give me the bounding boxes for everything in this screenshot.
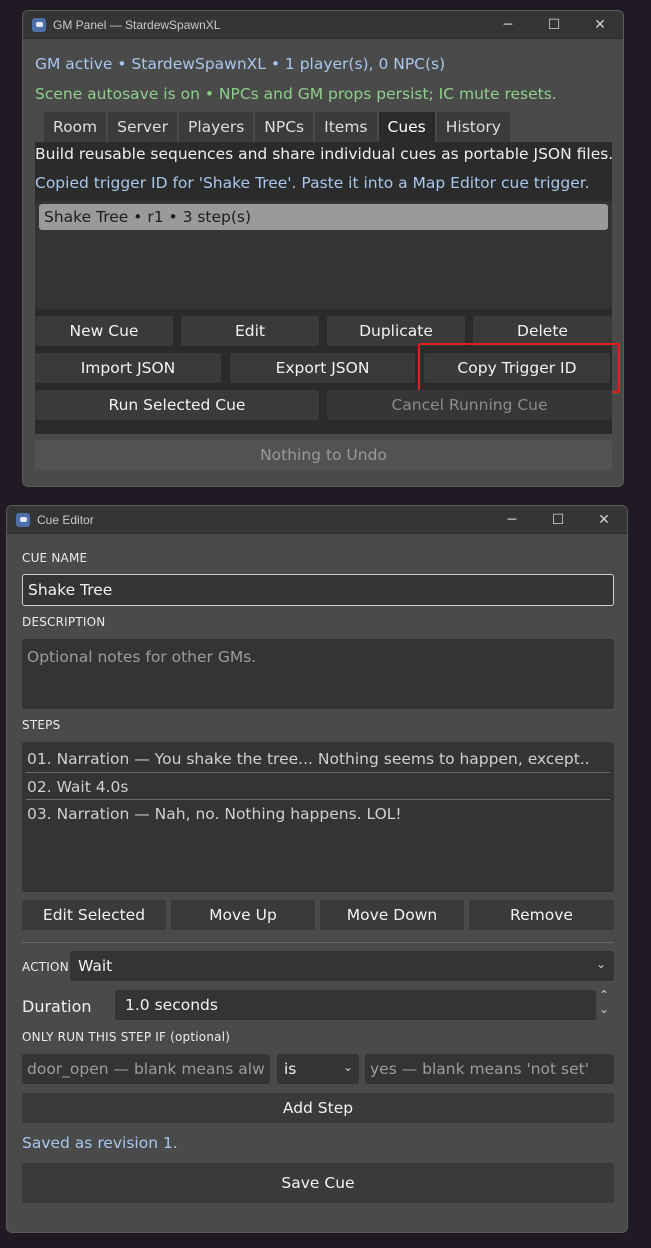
tab-server[interactable]: Server: [108, 112, 177, 142]
duration-label: Duration: [22, 997, 92, 1016]
condition-op-value: is: [284, 1060, 297, 1078]
list-item[interactable]: 03. Narration — Nah, no. Nothing happens…: [22, 801, 610, 827]
duplicate-button[interactable]: Duplicate: [327, 316, 465, 346]
close-icon[interactable]: ✕: [581, 506, 627, 534]
cue-editor-titlebar[interactable]: Cue Editor ─ ☐ ✕: [7, 506, 627, 534]
tab-room[interactable]: Room: [44, 112, 107, 142]
minimize-icon[interactable]: ─: [489, 506, 535, 534]
run-selected-cue-button[interactable]: Run Selected Cue: [35, 390, 319, 420]
app-icon: [16, 512, 30, 527]
cue-name-input[interactable]: Shake Tree: [22, 574, 614, 606]
export-json-button[interactable]: Export JSON: [230, 353, 415, 383]
minimize-icon[interactable]: ─: [485, 11, 531, 39]
cue-editor-window: Cue Editor ─ ☐ ✕ CUE NAME Shake Tree DES…: [6, 505, 628, 1233]
tab-bar: Room Server Players NPCs Items Cues Hist…: [44, 112, 512, 142]
steps-list[interactable]: 01. Narration — You shake the tree... No…: [22, 742, 614, 892]
condition-label: ONLY RUN THIS STEP IF (optional): [22, 1030, 231, 1044]
app-icon: [32, 17, 46, 32]
list-item[interactable]: 01. Narration — You shake the tree... No…: [22, 746, 610, 772]
action-label: ACTION: [22, 960, 69, 974]
undo-button[interactable]: Nothing to Undo: [35, 440, 612, 470]
cue-name-label: CUE NAME: [22, 551, 88, 565]
edit-selected-button[interactable]: Edit Selected: [22, 900, 166, 930]
condition-op-select[interactable]: is ⌄: [277, 1054, 359, 1084]
spin-down-icon[interactable]: ⌄: [599, 1002, 609, 1016]
chevron-down-icon: ⌄: [595, 957, 606, 971]
close-icon[interactable]: ✕: [577, 11, 623, 39]
description-label: DESCRIPTION: [22, 615, 106, 629]
saved-message: Saved as revision 1.: [22, 1134, 178, 1152]
condition-key-input[interactable]: door_open — blank means alw: [22, 1054, 270, 1084]
add-step-button[interactable]: Add Step: [22, 1093, 614, 1123]
info-message: Copied trigger ID for 'Shake Tree'. Past…: [35, 174, 590, 192]
list-item[interactable]: 02. Wait 4.0s: [22, 774, 610, 800]
spin-up-icon[interactable]: ⌃: [599, 988, 609, 1002]
cues-description: Build reusable sequences and share indiv…: [35, 145, 614, 163]
tab-history[interactable]: History: [436, 112, 510, 142]
duration-value: 1.0 seconds: [125, 996, 218, 1014]
tab-players[interactable]: Players: [178, 112, 254, 142]
action-select[interactable]: Wait ⌄: [70, 951, 614, 981]
cue-list[interactable]: Shake Tree • r1 • 3 step(s): [35, 201, 612, 309]
condition-value-input[interactable]: yes — blank means 'not set': [365, 1054, 614, 1084]
save-cue-button[interactable]: Save Cue: [22, 1163, 614, 1203]
description-textarea[interactable]: Optional notes for other GMs.: [22, 639, 614, 709]
move-down-button[interactable]: Move Down: [320, 900, 464, 930]
action-select-value: Wait: [78, 957, 113, 975]
window-title: Cue Editor: [37, 512, 94, 527]
new-cue-button[interactable]: New Cue: [35, 316, 173, 346]
autosave-line: Scene autosave is on • NPCs and GM props…: [35, 85, 557, 103]
list-item[interactable]: Shake Tree • r1 • 3 step(s): [39, 204, 608, 230]
remove-button[interactable]: Remove: [469, 900, 614, 930]
gm-panel-window: GM Panel — StardewSpawnXL ─ ☐ ✕ GM activ…: [22, 10, 624, 487]
delete-button[interactable]: Delete: [473, 316, 612, 346]
status-line: GM active • StardewSpawnXL • 1 player(s)…: [35, 55, 446, 73]
chevron-down-icon: ⌄: [342, 1060, 353, 1074]
maximize-icon[interactable]: ☐: [531, 11, 577, 39]
steps-label: STEPS: [22, 718, 61, 732]
tab-cues[interactable]: Cues: [378, 112, 435, 142]
tab-items[interactable]: Items: [315, 112, 377, 142]
import-json-button[interactable]: Import JSON: [35, 353, 221, 383]
maximize-icon[interactable]: ☐: [535, 506, 581, 534]
tab-npcs[interactable]: NPCs: [255, 112, 314, 142]
divider: [26, 799, 610, 800]
duration-spinbox[interactable]: 1.0 seconds: [115, 990, 596, 1020]
edit-button[interactable]: Edit: [181, 316, 319, 346]
window-title: GM Panel — StardewSpawnXL: [53, 17, 221, 32]
gm-panel-titlebar[interactable]: GM Panel — StardewSpawnXL ─ ☐ ✕: [23, 11, 623, 39]
cancel-running-cue-button[interactable]: Cancel Running Cue: [327, 390, 612, 420]
move-up-button[interactable]: Move Up: [171, 900, 315, 930]
highlight-box: [418, 343, 620, 393]
divider: [26, 772, 610, 773]
divider: [22, 942, 614, 943]
